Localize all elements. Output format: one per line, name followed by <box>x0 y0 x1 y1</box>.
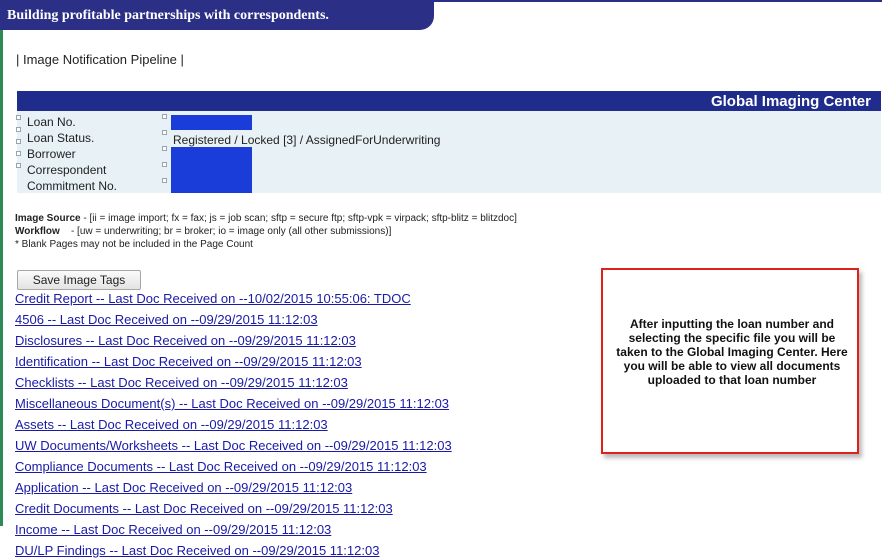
section-title: Global Imaging Center <box>710 93 871 110</box>
bullet-icon <box>16 115 21 120</box>
callout-text: After inputting the loan number and sele… <box>616 317 848 387</box>
doc-link-income[interactable]: Income -- Last Doc Received on --09/29/2… <box>15 522 331 537</box>
doc-link-disclosures[interactable]: Disclosures -- Last Doc Received on --09… <box>15 333 356 348</box>
image-source-text: - [ii = image import; fx = fax; js = job… <box>80 213 517 224</box>
top-banner: Building profitable partnerships with co… <box>0 0 434 30</box>
image-source-legend: Image Source - [ii = image import; fx = … <box>15 213 517 224</box>
borrower-redacted <box>171 147 252 193</box>
loan-status-label: Loan Status. <box>27 131 95 145</box>
banner-title: Building profitable partnerships with co… <box>7 8 329 23</box>
bullet-icon <box>162 130 167 135</box>
image-source-label: Image Source <box>15 213 81 224</box>
doc-link-identification[interactable]: Identification -- Last Doc Received on -… <box>15 354 362 369</box>
bullet-icon <box>16 139 21 144</box>
blank-pages-note: * Blank Pages may not be included in the… <box>15 239 253 250</box>
doc-link-4506[interactable]: 4506 -- Last Doc Received on --09/29/201… <box>15 312 318 327</box>
doc-link-application[interactable]: Application -- Last Doc Received on --09… <box>15 480 352 495</box>
doc-link-miscellaneous[interactable]: Miscellaneous Document(s) -- Last Doc Re… <box>15 396 449 411</box>
borrower-label: Borrower <box>27 147 76 161</box>
bullet-icon <box>162 162 167 167</box>
bullet-icon <box>162 178 167 183</box>
correspondent-label: Correspondent <box>27 163 107 177</box>
bullet-icon <box>16 163 21 168</box>
doc-link-du-lp-findings[interactable]: DU/LP Findings -- Last Doc Received on -… <box>15 543 379 558</box>
section-header: Global Imaging Center <box>17 91 881 111</box>
workflow-text: - [uw = underwriting; br = broker; io = … <box>59 226 392 237</box>
doc-link-compliance[interactable]: Compliance Documents -- Last Doc Receive… <box>15 459 427 474</box>
loan-info-panel <box>17 111 881 193</box>
doc-link-credit-documents[interactable]: Credit Documents -- Last Doc Received on… <box>15 501 393 516</box>
page-left-rule <box>0 24 3 526</box>
bullet-icon <box>162 146 167 151</box>
top-rule <box>434 0 882 2</box>
workflow-legend: Workflow - [uw = underwriting; br = brok… <box>15 226 391 237</box>
breadcrumb-nav[interactable]: | Image Notification Pipeline | <box>16 52 184 67</box>
commitment-number-label: Commitment No. <box>27 179 118 193</box>
loan-number-redacted <box>171 115 252 130</box>
bullet-icon <box>16 127 21 132</box>
bullet-icon <box>16 151 21 156</box>
save-image-tags-button[interactable]: Save Image Tags <box>17 270 141 290</box>
loan-status-value: Registered / Locked [3] / AssignedForUnd… <box>173 133 441 147</box>
loan-number-label: Loan No. <box>27 115 76 129</box>
bullet-icon <box>162 114 167 119</box>
instruction-callout: After inputting the loan number and sele… <box>601 268 859 454</box>
doc-link-uw-documents[interactable]: UW Documents/Worksheets -- Last Doc Rece… <box>15 438 452 453</box>
doc-link-checklists[interactable]: Checklists -- Last Doc Received on --09/… <box>15 375 348 390</box>
doc-link-credit-report[interactable]: Credit Report -- Last Doc Received on --… <box>15 291 411 306</box>
workflow-label: Workflow <box>15 226 60 237</box>
doc-link-assets[interactable]: Assets -- Last Doc Received on --09/29/2… <box>15 417 328 432</box>
